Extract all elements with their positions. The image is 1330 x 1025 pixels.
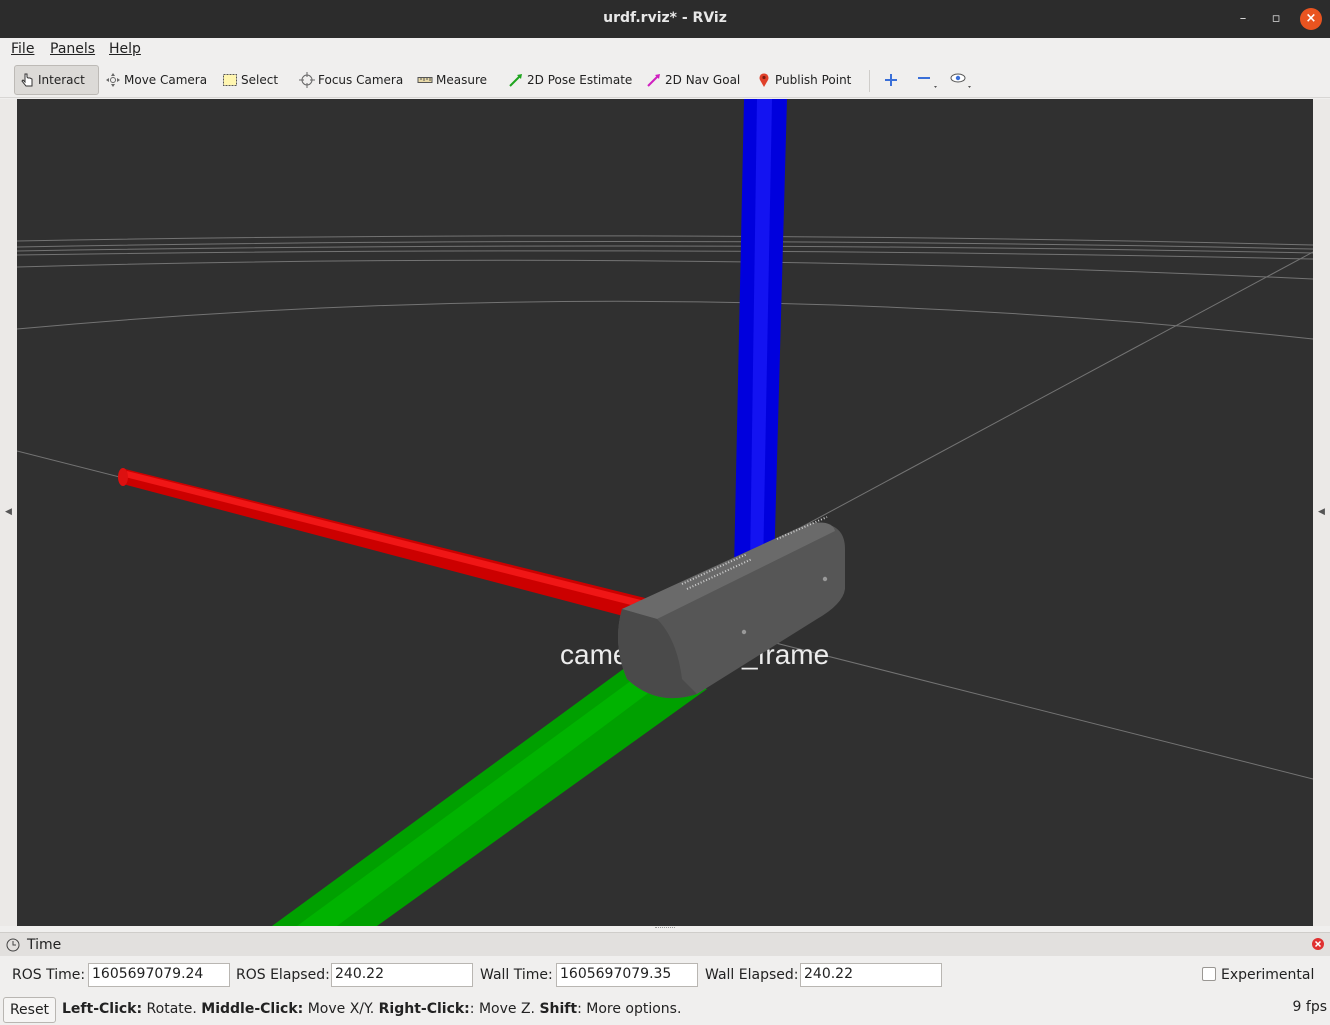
magenta-arrow-icon xyxy=(647,74,660,87)
time-panel-row: ROS Time: 1605697079.24 ROS Elapsed: 240… xyxy=(0,956,1330,994)
clock-icon xyxy=(6,938,20,952)
fps-readout: 9 fps xyxy=(1292,999,1327,1015)
status-bar: Reset Left-Click: Rotate. Middle-Click: … xyxy=(0,994,1330,1025)
left-arrow-icon: ◀ xyxy=(5,507,12,517)
render-viewport[interactable]: camera_screw_frame xyxy=(17,99,1313,926)
add-tool-button[interactable] xyxy=(879,65,906,95)
help-shift-key: Shift xyxy=(539,1001,578,1017)
maximize-button[interactable]: ▫ xyxy=(1265,8,1287,30)
experimental-label: Experimental xyxy=(1221,967,1315,983)
tool-select-label: Select xyxy=(241,73,279,87)
close-button[interactable]: × xyxy=(1300,8,1322,30)
tool-bar: Interact Move Camera Select Focus Camera… xyxy=(0,62,1330,98)
tool-interact[interactable]: Interact xyxy=(14,65,99,95)
scene-canvas: camera_screw_frame xyxy=(17,99,1313,926)
x-axis-end xyxy=(118,468,128,486)
help-middle-click-text: Move X/Y. xyxy=(303,1001,379,1017)
wall-time-field[interactable]: 1605697079.35 xyxy=(556,963,698,987)
x-axis-highlight xyxy=(125,471,653,609)
time-panel-title: Time xyxy=(27,937,62,953)
ros-time-field[interactable]: 1605697079.24 xyxy=(88,963,230,987)
move-camera-icon xyxy=(106,73,120,87)
tool-2d-pose-estimate[interactable]: 2D Pose Estimate xyxy=(504,65,636,95)
tool-measure[interactable]: Measure xyxy=(413,65,491,95)
tool-2d-pose-estimate-label: 2D Pose Estimate xyxy=(527,73,633,87)
help-middle-click-key: Middle-Click: xyxy=(201,1001,304,1017)
view-eye-icon xyxy=(950,73,971,88)
tool-publish-point-label: Publish Point xyxy=(775,73,852,87)
add-tool-icon xyxy=(885,74,897,86)
help-shift-text: : More options. xyxy=(577,1001,682,1017)
tool-move-camera[interactable]: Move Camera xyxy=(101,65,211,95)
splitter-handle[interactable] xyxy=(655,927,675,930)
tool-move-camera-label: Move Camera xyxy=(124,73,208,87)
help-left-click-text: Rotate. xyxy=(142,1001,202,1017)
camera-model xyxy=(618,516,845,699)
minimize-button[interactable]: – xyxy=(1232,8,1254,30)
tool-focus-camera-label: Focus Camera xyxy=(318,73,404,87)
select-rect-icon xyxy=(223,74,237,86)
help-right-click-text: : Move Z. xyxy=(469,1001,540,1017)
tool-measure-label: Measure xyxy=(436,73,487,87)
focus-target-icon xyxy=(299,72,315,88)
view-menu-button[interactable] xyxy=(945,65,980,95)
menu-bar: File Panels Help xyxy=(0,38,1330,62)
window-titlebar: urdf.rviz* - RViz – ▫ × xyxy=(0,0,1330,38)
help-text: Left-Click: Rotate. Middle-Click: Move X… xyxy=(62,1001,681,1017)
ruler-icon xyxy=(417,77,433,83)
tool-interact-label: Interact xyxy=(38,73,85,87)
menu-panels-label: Panels xyxy=(50,41,96,57)
remove-tool-button[interactable] xyxy=(912,65,945,95)
green-arrow-icon xyxy=(509,74,522,87)
panel-close-icon[interactable] xyxy=(1311,937,1325,951)
remove-tool-icon xyxy=(918,77,937,88)
tool-2d-nav-goal[interactable]: 2D Nav Goal xyxy=(642,65,744,95)
right-dock-handle[interactable]: ◀ xyxy=(1313,99,1330,926)
menu-file[interactable]: File xyxy=(11,41,34,57)
toolbar-divider xyxy=(869,70,870,92)
wall-elapsed-label: Wall Elapsed: xyxy=(705,967,799,983)
menu-help[interactable]: Help xyxy=(109,41,141,57)
time-panel-header: Time xyxy=(0,932,1330,956)
ros-elapsed-field[interactable]: 240.22 xyxy=(331,963,473,987)
tool-publish-point[interactable]: Publish Point xyxy=(752,65,855,95)
map-pin-icon xyxy=(759,73,769,87)
wall-time-label: Wall Time: xyxy=(480,967,553,983)
tool-select[interactable]: Select xyxy=(218,65,282,95)
window-title: urdf.rviz* - RViz xyxy=(603,10,727,26)
left-dock-handle[interactable]: ◀ xyxy=(0,99,17,926)
ros-time-label: ROS Time: xyxy=(12,967,86,983)
help-right-click-key: Right-Click: xyxy=(378,1001,470,1017)
menu-panels[interactable]: Panels xyxy=(50,41,95,57)
ros-elapsed-label: ROS Elapsed: xyxy=(236,967,330,983)
wall-elapsed-field[interactable]: 240.22 xyxy=(800,963,942,987)
hand-pointer-icon xyxy=(21,73,33,87)
menu-help-label: Help xyxy=(109,41,141,57)
help-left-click-key: Left-Click: xyxy=(62,1001,143,1017)
reset-button[interactable]: Reset xyxy=(3,997,56,1023)
y-axis-highlight xyxy=(297,669,667,926)
menu-file-label: File xyxy=(11,41,35,57)
experimental-checkbox[interactable] xyxy=(1202,967,1216,981)
tool-focus-camera[interactable]: Focus Camera xyxy=(295,65,407,95)
tool-2d-nav-goal-label: 2D Nav Goal xyxy=(665,73,741,87)
right-arrow-icon: ◀ xyxy=(1318,507,1325,517)
